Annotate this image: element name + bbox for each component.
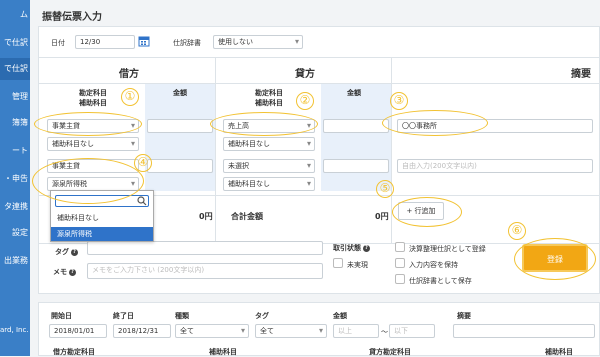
search-icon [137, 196, 147, 206]
dropdown-option-selected[interactable]: 源泉所得税 [51, 227, 153, 241]
debit-amount-label: 金額 [173, 89, 187, 97]
annotation-highlight [392, 197, 462, 227]
summary-search-input[interactable] [453, 324, 595, 338]
annotation-highlight [210, 112, 318, 136]
debit-total: 0円 [199, 212, 213, 221]
memo-input[interactable]: メモをご入力下さい (200文字以内) [87, 263, 323, 279]
debit-amount-column [145, 83, 215, 191]
keep-input-checkbox[interactable] [395, 258, 405, 268]
sidebar-item-simple-entry[interactable]: で仕訳 [0, 32, 30, 54]
sidebar-item-home[interactable]: ム [0, 4, 30, 26]
divider [215, 57, 216, 243]
sidebar-item-data-link[interactable]: タ連携 [0, 196, 30, 218]
credit-amount-input[interactable] [323, 119, 389, 133]
annotation-number: ④ [134, 152, 152, 172]
tag-select[interactable]: 全て [255, 324, 327, 338]
start-date-input[interactable]: 2018/01/01 [49, 324, 107, 338]
sidebar-footer: ard, Inc. [0, 326, 29, 334]
summary-header: 摘要 [457, 312, 471, 320]
sidebar: ム で仕訳 で仕訳 管理 簿簿 ート ・申告 タ連携 設定 出業務 ard, I… [0, 0, 30, 356]
debit-subaccount-label: 補助科目 [79, 99, 107, 107]
closing-entry-label: 決算整理仕訳として登録 [409, 245, 486, 253]
calendar-icon[interactable] [138, 35, 150, 47]
credit-total: 0円 [375, 212, 389, 221]
keep-input-label: 入力内容を保持 [409, 261, 458, 269]
sidebar-item-settings[interactable]: 設定 [0, 222, 30, 244]
total-label: 合計金額 [231, 212, 263, 221]
status-label: 取引状態? [333, 243, 370, 253]
page-header: 振替伝票入力 [30, 0, 600, 24]
end-date-header: 終了日 [113, 312, 134, 320]
amount-range-separator: 〜 [381, 328, 388, 336]
annotation-highlight [32, 158, 144, 204]
sidebar-item-ledger[interactable]: 簿簿 [0, 112, 30, 134]
debit-subaccount-select[interactable]: 補助科目なし [47, 137, 139, 151]
dropdown-option[interactable]: 補助科目なし [51, 211, 153, 225]
dict-select[interactable]: 使用しない [213, 35, 303, 49]
date-label: 日付 [51, 39, 65, 47]
save-dict-label: 仕訳辞書として保存 [409, 277, 472, 285]
start-date-header: 開始日 [51, 312, 72, 320]
status-option-label: 未実現 [347, 261, 368, 269]
credit-amount-input-2[interactable] [323, 159, 389, 173]
annotation-number: ① [121, 86, 139, 106]
credit-account-label: 勘定科目 [255, 89, 283, 97]
divider [39, 83, 600, 84]
type-select[interactable]: 全て [175, 324, 249, 338]
annotation-number: ② [296, 90, 314, 110]
sidebar-item-report[interactable]: ート [0, 140, 30, 162]
tag-label: タグ? [55, 247, 78, 257]
amount-max-input[interactable]: 以下 [389, 324, 435, 338]
tag-input[interactable] [87, 241, 323, 255]
type-header: 種類 [175, 312, 189, 320]
credit-subaccount-select[interactable]: 補助科目なし [223, 137, 315, 151]
help-icon[interactable]: ? [71, 248, 78, 256]
annotation-highlight [382, 110, 488, 136]
credit-subaccount-label: 補助科目 [255, 99, 283, 107]
credit-amount-column [321, 83, 391, 191]
memo-label: メモ? [53, 267, 76, 277]
sidebar-item-tax-return[interactable]: ・申告 [0, 168, 30, 190]
sidebar-item-transfer-entry[interactable]: で仕訳 [0, 58, 30, 80]
end-date-input[interactable]: 2018/12/31 [113, 324, 171, 338]
date-input[interactable]: 12/30 [75, 35, 135, 49]
annotation-number: ⑥ [508, 220, 526, 240]
credit-account-select-2[interactable]: 未選択 [223, 159, 315, 173]
annotation-number: ③ [390, 90, 408, 110]
annotation-highlight [514, 238, 596, 280]
annotation-number: ⑤ [376, 178, 394, 198]
amount-header: 金額 [333, 312, 347, 320]
credit-amount-label: 金額 [347, 89, 361, 97]
page-title: 振替伝票入力 [42, 12, 102, 23]
divider [39, 57, 600, 58]
debit-account-label: 勘定科目 [79, 89, 107, 97]
summary-input-2[interactable]: 自由入力(200文字以内) [397, 159, 593, 173]
debit-amount-input-2[interactable] [147, 159, 213, 173]
tag-header: タグ [255, 312, 269, 320]
search-panel: 開始日 終了日 種類 タグ 金額 摘要 2018/01/01 2018/12/3… [38, 302, 600, 356]
debit-heading: 借方 [119, 69, 139, 80]
sidebar-item-export[interactable]: 出業務 [0, 250, 30, 272]
dict-label: 仕訳辞書 [173, 39, 201, 47]
amount-min-input[interactable]: 以上 [333, 324, 379, 338]
annotation-highlight [34, 112, 142, 136]
summary-heading: 摘要 [571, 69, 591, 80]
debit-amount-input[interactable] [147, 119, 213, 133]
status-checkbox[interactable] [333, 258, 343, 268]
help-icon[interactable]: ? [69, 268, 76, 276]
sidebar-item-management[interactable]: 管理 [0, 86, 30, 108]
help-icon[interactable]: ? [363, 244, 370, 252]
closing-entry-checkbox[interactable] [395, 242, 405, 252]
credit-heading: 貸方 [295, 69, 315, 80]
save-dict-checkbox[interactable] [395, 274, 405, 284]
credit-subaccount-select-2[interactable]: 補助科目なし [223, 177, 315, 191]
